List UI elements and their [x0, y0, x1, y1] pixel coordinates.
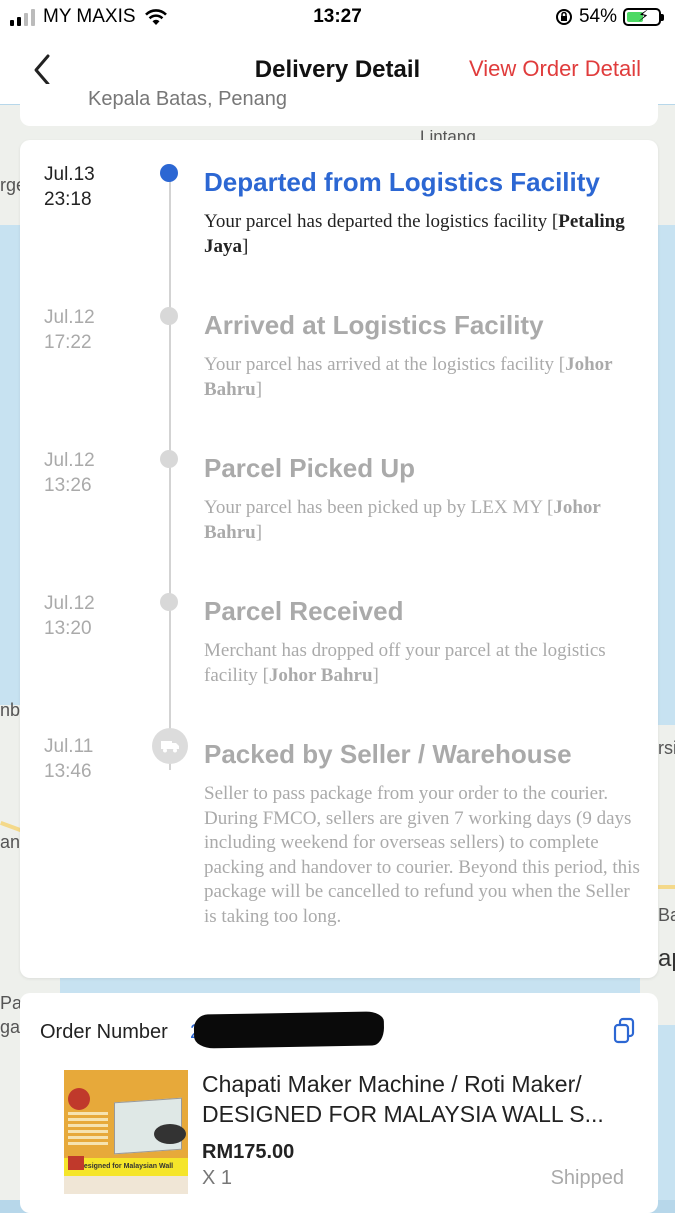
status-right: 54% ⚡ [555, 6, 664, 28]
event-datetime: Jul.12 13:26 [44, 448, 95, 498]
orientation-lock-icon [555, 9, 572, 25]
event-time: 23:18 [44, 189, 92, 210]
event-desc-text: Your parcel has been picked up by LEX MY [204, 497, 543, 518]
product-thumbnail[interactable]: Designed for Malaysian Wall Sockets. [64, 1070, 188, 1194]
view-order-detail-link[interactable]: View Order Detail [469, 56, 641, 82]
event-description: Your parcel has been picked up by LEX MY… [204, 497, 601, 543]
thumbnail-badge [68, 1156, 84, 1170]
product-price: RM175.00 [202, 1141, 295, 1163]
event-description: Merchant has dropped off your parcel at … [204, 640, 606, 686]
event-description: Your parcel has departed the logistics f… [204, 211, 625, 257]
timeline-dot [160, 307, 178, 325]
event-time: 13:46 [44, 761, 92, 782]
event-location: Johor Bahru [268, 664, 373, 686]
roti-maker-image [154, 1124, 186, 1144]
event-description: Your parcel has arrived at the logistics… [204, 354, 613, 400]
address-text: Kepala Batas, Penang [88, 88, 288, 110]
event-title: Arrived at Logistics Facility [204, 310, 544, 340]
thumbnail-footer [64, 1176, 188, 1194]
event-date: Jul.11 [44, 736, 94, 757]
event-datetime: Jul.11 13:46 [44, 734, 93, 784]
timeline-dot-active [160, 164, 178, 182]
product-name[interactable]: Chapati Maker Machine / Roti Maker/ DESI… [202, 1069, 632, 1129]
order-number-label: Order Number [40, 1021, 168, 1043]
event-title: Parcel Picked Up [204, 453, 415, 483]
timeline-dot [160, 593, 178, 611]
product-quantity: X 1 [202, 1167, 233, 1189]
event-title: Parcel Received [204, 596, 404, 626]
event-description: Seller to pass package from your order t… [204, 783, 640, 927]
battery-charging-icon: ⚡ [623, 8, 664, 26]
map-label: ap [658, 945, 675, 972]
event-date: Jul.12 [44, 450, 95, 471]
map-label: Ba [658, 905, 675, 925]
event-title: Packed by Seller / Warehouse [204, 739, 572, 769]
badge-icon [68, 1088, 90, 1110]
event-desc-text: Merchant has dropped off your parcel at … [204, 640, 606, 686]
event-datetime: Jul.13 23:18 [44, 162, 95, 212]
redaction-scribble [193, 1011, 385, 1049]
map-label: rsi [658, 738, 675, 758]
shipping-status: Shipped [550, 1167, 624, 1189]
tracking-timeline-card: Jul.13 23:18 Departed from Logistics Fac… [20, 140, 658, 978]
battery-percentage: 54% [578, 6, 617, 27]
event-time: 13:26 [44, 475, 92, 496]
timeline-dot [160, 450, 178, 468]
event-time: 17:22 [44, 332, 92, 353]
event-date: Jul.12 [44, 593, 95, 614]
copy-icon[interactable] [612, 1017, 636, 1045]
address-card: Kepala Batas, Penang [20, 84, 658, 126]
order-card[interactable]: Order Number 29 Designed for Malaysian W… [20, 993, 658, 1213]
event-datetime: Jul.12 17:22 [44, 305, 95, 355]
event-desc-text: Your parcel has arrived at the logistics… [204, 354, 554, 375]
map-road [655, 885, 675, 889]
map-label: ga [0, 1017, 21, 1037]
thumbnail-bullet-text [68, 1112, 108, 1148]
event-time: 13:20 [44, 618, 92, 639]
event-datetime: Jul.12 13:20 [44, 591, 95, 641]
event-date: Jul.13 [44, 164, 95, 185]
event-date: Jul.12 [44, 307, 95, 328]
event-desc-text: Your parcel has departed the logistics f… [204, 211, 548, 232]
timeline-line [169, 170, 171, 770]
event-title: Departed from Logistics Facility [204, 167, 600, 197]
status-bar: MY MAXIS 13:27 54% ⚡ [0, 0, 675, 36]
truck-icon [152, 728, 188, 764]
